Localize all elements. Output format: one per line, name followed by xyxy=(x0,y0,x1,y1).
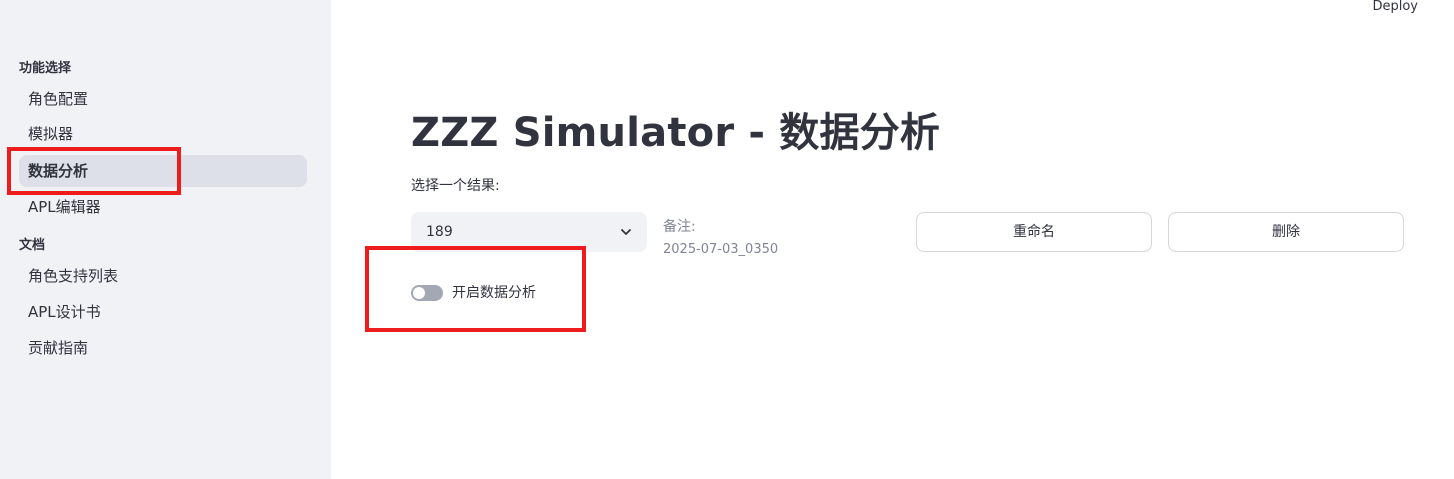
delete-button[interactable]: 删除 xyxy=(1168,212,1404,252)
analysis-toggle[interactable] xyxy=(411,285,443,301)
sidebar-item-data-analysis[interactable]: 数据分析 xyxy=(19,155,307,187)
sidebar-item-label: APL设计书 xyxy=(28,303,101,321)
chevron-down-icon xyxy=(621,229,631,235)
rename-button[interactable]: 重命名 xyxy=(916,212,1152,252)
app-root: 功能选择 角色配置 模拟器 数据分析 APL编辑器 文档 角色支持列表 APL设… xyxy=(0,0,1454,479)
sidebar-section-label: 文档 xyxy=(19,238,46,253)
sidebar-item-character-support-list[interactable]: 角色支持列表 xyxy=(19,260,307,292)
toggle-knob xyxy=(413,287,425,299)
sidebar-item-apl-editor[interactable]: APL编辑器 xyxy=(19,191,307,223)
sidebar-item-label: 角色支持列表 xyxy=(28,267,119,285)
sidebar-item-label: 贡献指南 xyxy=(28,339,89,357)
note-value: 2025-07-03_0350 xyxy=(663,242,779,257)
sidebar-item-contribution-guide[interactable]: 贡献指南 xyxy=(19,332,307,364)
sidebar-item-label: APL编辑器 xyxy=(28,198,101,216)
result-select-value: 189 xyxy=(426,224,453,240)
analysis-toggle-label: 开启数据分析 xyxy=(452,285,536,301)
sidebar: 功能选择 角色配置 模拟器 数据分析 APL编辑器 文档 角色支持列表 APL设… xyxy=(0,0,331,479)
result-select[interactable]: 189 xyxy=(411,212,647,252)
sidebar-section-label: 功能选择 xyxy=(19,61,72,76)
sidebar-item-label: 角色配置 xyxy=(28,90,89,108)
sidebar-item-character-config[interactable]: 角色配置 xyxy=(19,83,307,115)
sidebar-item-simulator[interactable]: 模拟器 xyxy=(19,118,307,150)
sidebar-item-apl-design-doc[interactable]: APL设计书 xyxy=(19,296,307,328)
sidebar-item-label: 数据分析 xyxy=(28,162,89,180)
page-title: ZZZ Simulator - 数据分析 xyxy=(411,110,941,156)
sidebar-item-label: 模拟器 xyxy=(28,125,74,143)
note-label: 备注: xyxy=(663,219,696,235)
deploy-button[interactable]: Deploy xyxy=(1372,0,1418,14)
result-select-label: 选择一个结果: xyxy=(411,178,500,194)
